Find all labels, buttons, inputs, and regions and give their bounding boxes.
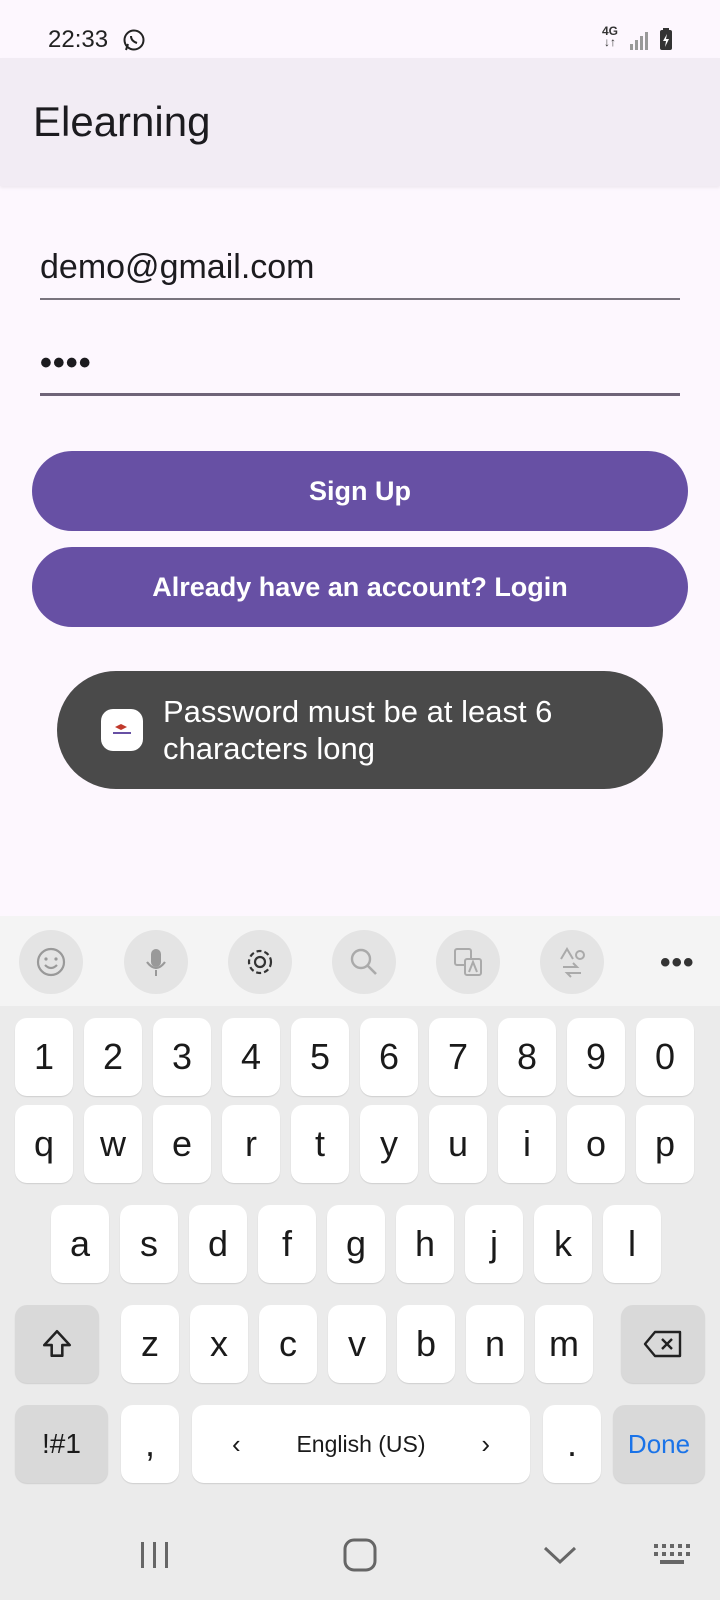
toast-message: Password must be at least 6 characters l… xyxy=(57,671,663,789)
whatsapp-icon xyxy=(123,29,145,51)
letter-key[interactable]: b xyxy=(397,1305,455,1383)
more-icon[interactable]: ••• xyxy=(660,946,695,980)
letter-key[interactable]: x xyxy=(190,1305,248,1383)
letter-key[interactable]: n xyxy=(466,1305,524,1383)
letter-key[interactable]: i xyxy=(498,1105,556,1183)
shift-key[interactable] xyxy=(15,1305,99,1383)
status-bar: 22:33 4G ↓↑ xyxy=(0,0,720,58)
done-label: Done xyxy=(627,1428,691,1459)
symbols-key[interactable]: !#1 xyxy=(15,1405,108,1483)
letter-key[interactable]: u xyxy=(429,1105,487,1183)
number-key[interactable]: 4 xyxy=(222,1018,280,1096)
signup-button[interactable]: Sign Up xyxy=(32,451,688,531)
home-icon[interactable] xyxy=(337,1532,383,1578)
keyboard: ••• 1234567890 qwertyuiop asdfghjkl zxcv… xyxy=(0,916,720,1600)
letter-key[interactable]: l xyxy=(603,1205,661,1283)
microphone-icon[interactable] xyxy=(124,930,188,994)
letter-key[interactable]: t xyxy=(291,1105,349,1183)
app-icon xyxy=(101,709,143,751)
letter-key[interactable]: r xyxy=(222,1105,280,1183)
signal-icon xyxy=(630,32,648,50)
letter-key[interactable]: v xyxy=(328,1305,386,1383)
letter-key[interactable]: h xyxy=(396,1205,454,1283)
space-key[interactable]: ‹ English (US) › xyxy=(192,1405,530,1483)
battery-icon xyxy=(660,28,672,50)
letter-key[interactable]: d xyxy=(189,1205,247,1283)
letter-key[interactable]: z xyxy=(121,1305,179,1383)
keyboard-toolbar: ••• xyxy=(0,916,720,1006)
hide-keyboard-icon[interactable] xyxy=(537,1532,583,1578)
letter-key[interactable]: y xyxy=(360,1105,418,1183)
letter-key[interactable]: k xyxy=(534,1205,592,1283)
number-key[interactable]: 1 xyxy=(15,1018,73,1096)
letter-key[interactable]: w xyxy=(84,1105,142,1183)
space-right-icon: › xyxy=(481,1428,490,1459)
space-label: English (US) xyxy=(296,1430,426,1457)
letter-key[interactable]: a xyxy=(51,1205,109,1283)
backspace-key[interactable] xyxy=(621,1305,705,1383)
search-icon[interactable] xyxy=(332,930,396,994)
space-left-icon: ‹ xyxy=(232,1428,241,1459)
done-key[interactable]: Done xyxy=(613,1405,705,1483)
letter-key[interactable]: s xyxy=(120,1205,178,1283)
number-key[interactable]: 8 xyxy=(498,1018,556,1096)
letter-key[interactable]: c xyxy=(259,1305,317,1383)
network-indicator: 4G ↓↑ xyxy=(602,24,619,49)
convert-icon[interactable] xyxy=(540,930,604,994)
password-value: •••• xyxy=(40,344,92,382)
navigation-bar xyxy=(0,1510,720,1600)
letter-key[interactable]: q xyxy=(15,1105,73,1183)
password-field[interactable]: •••• xyxy=(40,340,680,396)
toast-text: Password must be at least 6 characters l… xyxy=(163,694,553,766)
period-key[interactable]: . xyxy=(543,1405,601,1483)
login-button[interactable]: Already have an account? Login xyxy=(32,547,688,627)
comma-key[interactable]: , xyxy=(121,1405,179,1483)
number-key[interactable]: 6 xyxy=(360,1018,418,1096)
letter-key[interactable]: m xyxy=(535,1305,593,1383)
email-field[interactable]: demo@gmail.com xyxy=(40,240,680,300)
status-time: 22:33 xyxy=(48,26,109,53)
app-bar: Elearning xyxy=(0,58,720,186)
recent-apps-icon[interactable] xyxy=(132,1532,178,1578)
letter-key[interactable]: p xyxy=(636,1105,694,1183)
app-title: Elearning xyxy=(33,98,211,145)
email-value: demo@gmail.com xyxy=(40,248,315,286)
letter-key[interactable]: f xyxy=(258,1205,316,1283)
number-key[interactable]: 0 xyxy=(636,1018,694,1096)
letter-key[interactable]: o xyxy=(567,1105,625,1183)
letter-key[interactable]: j xyxy=(465,1205,523,1283)
number-key[interactable]: 9 xyxy=(567,1018,625,1096)
emoji-icon[interactable] xyxy=(19,930,83,994)
settings-icon[interactable] xyxy=(228,930,292,994)
number-key[interactable]: 2 xyxy=(84,1018,142,1096)
letter-key[interactable]: g xyxy=(327,1205,385,1283)
number-key[interactable]: 3 xyxy=(153,1018,211,1096)
translate-icon[interactable] xyxy=(436,930,500,994)
keyboard-switch-icon[interactable] xyxy=(650,1532,696,1578)
number-key[interactable]: 7 xyxy=(429,1018,487,1096)
letter-key[interactable]: e xyxy=(153,1105,211,1183)
number-key[interactable]: 5 xyxy=(291,1018,349,1096)
